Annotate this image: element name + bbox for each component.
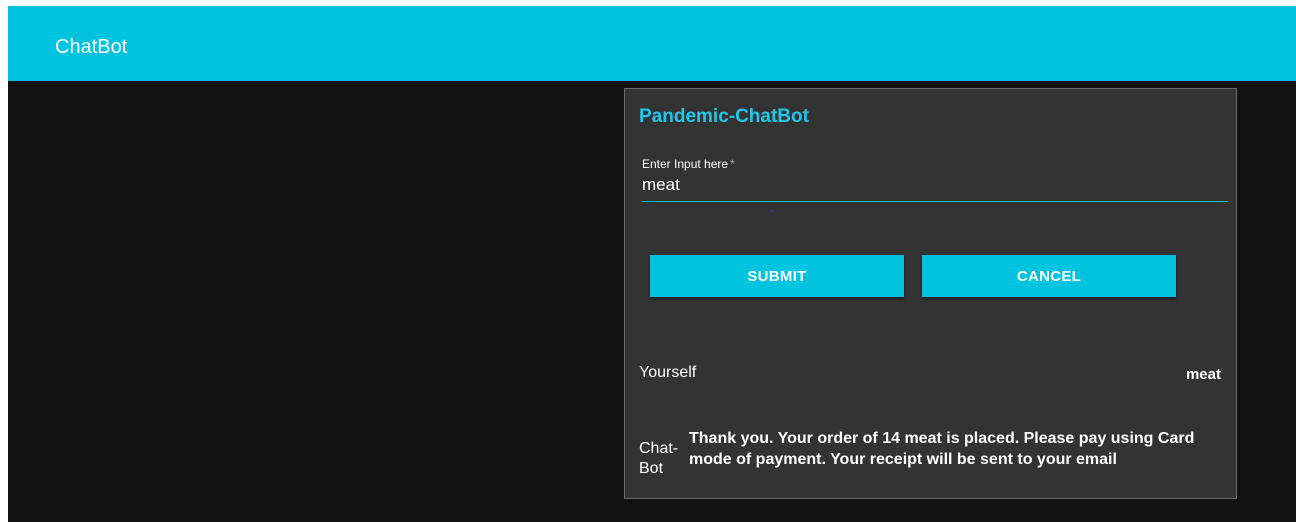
input-field-wrapper[interactable]: [642, 173, 1228, 202]
submit-button[interactable]: SUBMIT: [650, 255, 904, 297]
user-message: meat: [1185, 366, 1221, 383]
chat-input[interactable]: [642, 173, 1228, 197]
chatbot-card: Pandemic-ChatBot Enter Input here* SUBMI…: [624, 88, 1237, 499]
app-bar: ChatBot: [8, 6, 1296, 81]
user-label: Yourself: [639, 364, 697, 381]
input-label: Enter Input here *: [642, 157, 735, 171]
bot-message: Thank you. Your order of 14 meat is plac…: [689, 430, 1195, 468]
focus-indicator: [771, 210, 773, 212]
card-title: Pandemic-ChatBot: [639, 106, 809, 127]
bot-label: Chat-Bot: [639, 440, 679, 477]
page: ChatBot Pandemic-ChatBot Enter Input her…: [0, 0, 1296, 522]
input-label-text: Enter Input here: [642, 157, 729, 171]
app-title: ChatBot: [55, 36, 128, 58]
required-mark: *: [730, 157, 735, 171]
cancel-button[interactable]: CANCEL: [922, 255, 1176, 297]
